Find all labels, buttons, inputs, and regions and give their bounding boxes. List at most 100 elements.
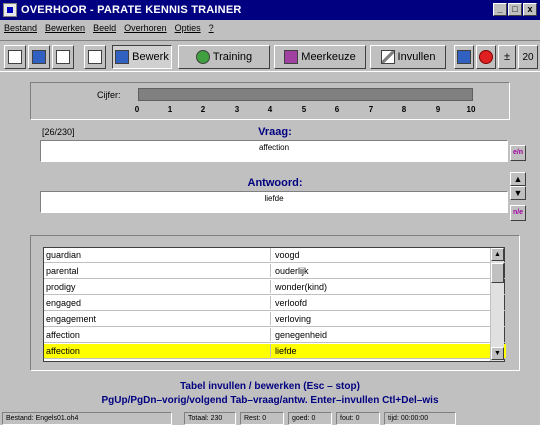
next-button[interactable]: ▼ <box>510 186 526 200</box>
help-line-2: PgUp/PgDn–vorig/volgend Tab–vraag/antw. … <box>101 395 439 406</box>
training-icon <box>195 50 210 64</box>
translation-cell[interactable]: voogd <box>275 250 300 260</box>
score-tick: 3 <box>234 105 240 114</box>
app-icon[interactable] <box>3 3 17 17</box>
meerkeuze-label: Meerkeuze <box>301 51 356 63</box>
language-icon: e/n <box>512 149 524 156</box>
question-label: Vraag: <box>258 126 292 138</box>
table-row[interactable]: engaged verloofd <box>44 296 506 311</box>
answer-label: Antwoord: <box>247 177 303 189</box>
status-time: tijd: 00:00:00 <box>384 412 456 425</box>
multiple-choice-icon <box>284 50 299 64</box>
vertical-scrollbar[interactable]: ▲ ▼ <box>490 248 504 361</box>
translation-cell[interactable]: liefde <box>275 346 297 356</box>
menu-opties[interactable]: Opties <box>175 23 201 33</box>
score-panel: Cijfer: 0 1 2 3 4 5 6 7 8 9 10 <box>30 82 510 120</box>
new-file-button[interactable] <box>4 45 26 69</box>
status-bar: Bestand: Engels01.oh4 Totaal: 230 Rest: … <box>0 412 540 425</box>
score-tick: 10 <box>466 105 476 114</box>
minimize-button[interactable]: _ <box>493 3 507 16</box>
word-list-rows: guardian voogd parental ouderlijk prodig… <box>44 248 506 361</box>
translation-cell[interactable]: verloving <box>275 314 311 324</box>
window-title: OVERHOOR - PARATE KENNIS TRAINER <box>21 4 242 16</box>
folder-icon <box>32 50 46 64</box>
menu-bestand[interactable]: Bestand <box>4 23 37 33</box>
score-tick: 4 <box>267 105 273 114</box>
menu-overhoren[interactable]: Overhoren <box>124 23 167 33</box>
term-cell[interactable]: parental <box>46 264 271 277</box>
score-tick: 5 <box>301 105 307 114</box>
status-wrong: fout: 0 <box>336 412 380 425</box>
meerkeuze-button[interactable]: Meerkeuze <box>274 45 366 69</box>
score-bar <box>138 88 473 101</box>
scroll-up-button[interactable]: ▲ <box>491 248 504 261</box>
edit-icon <box>115 50 130 64</box>
translation-cell[interactable]: ouderlijk <box>275 266 309 276</box>
plusminus-button[interactable]: ± <box>498 45 516 69</box>
help-line-1: Tabel invullen / bewerken (Esc – stop) <box>180 381 360 392</box>
word-list[interactable]: guardian voogd parental ouderlijk prodig… <box>43 247 506 362</box>
stop-button[interactable] <box>476 45 496 69</box>
answer-lang-button[interactable]: n/e <box>510 205 526 221</box>
window-controls: _ □ x <box>493 3 537 16</box>
status-good: goed: 0 <box>288 412 332 425</box>
translation-cell[interactable]: wonder(kind) <box>275 282 327 292</box>
term-cell[interactable]: prodigy <box>46 280 271 293</box>
table-row[interactable]: affection genegenheid <box>44 328 506 343</box>
term-cell[interactable]: guardian <box>46 248 271 261</box>
translation-cell[interactable]: verloofd <box>275 298 307 308</box>
status-total: Totaal: 230 <box>184 412 236 425</box>
qa-panel: [26/230] Vraag: affection e/n Antwoord: … <box>30 123 526 231</box>
stop-icon <box>479 50 493 64</box>
printer-icon <box>88 50 102 64</box>
status-file: Bestand: Engels01.oh4 <box>2 412 172 425</box>
menu-bewerken[interactable]: Bewerken <box>45 23 85 33</box>
table-row-selected[interactable]: affection liefde <box>44 344 506 359</box>
count-field[interactable]: 20 <box>518 45 538 69</box>
menu-help[interactable]: ? <box>209 23 214 33</box>
scroll-thumb[interactable] <box>491 263 504 283</box>
bewerk-label: Bewerk <box>132 51 169 63</box>
question-lang-button[interactable]: e/n <box>510 145 526 161</box>
print-button[interactable] <box>84 45 106 69</box>
menu-bar: Bestand Bewerken Beeld Overhoren Opties … <box>0 20 540 36</box>
disk-icon <box>56 50 70 64</box>
table-row[interactable]: prodigy wonder(kind) <box>44 280 506 295</box>
app-window: OVERHOOR - PARATE KENNIS TRAINER _ □ x B… <box>0 0 540 425</box>
score-tick: 8 <box>401 105 407 114</box>
score-tick: 2 <box>200 105 206 114</box>
term-cell[interactable]: affection <box>46 328 271 341</box>
bewerk-button[interactable]: Bewerk <box>112 45 172 69</box>
score-tick: 1 <box>167 105 173 114</box>
table-row[interactable]: parental ouderlijk <box>44 264 506 279</box>
previous-button[interactable]: ▲ <box>510 172 526 186</box>
language-icon: n/e <box>512 209 524 216</box>
menu-beeld[interactable]: Beeld <box>93 23 116 33</box>
swap-button[interactable] <box>454 45 474 69</box>
training-button[interactable]: Training <box>178 45 270 69</box>
scroll-down-button[interactable]: ▼ <box>491 347 504 360</box>
arrow-down-icon: ▼ <box>513 188 523 198</box>
translation-cell[interactable]: genegenheid <box>275 330 327 340</box>
question-field[interactable]: affection <box>40 140 508 162</box>
title-bar[interactable]: OVERHOOR - PARATE KENNIS TRAINER _ □ x <box>0 0 540 20</box>
score-tick: 9 <box>435 105 441 114</box>
score-label: Cijfer: <box>97 90 121 100</box>
table-row[interactable]: engagement verloving <box>44 312 506 327</box>
open-file-button[interactable] <box>28 45 50 69</box>
close-button[interactable]: x <box>523 3 537 16</box>
term-cell[interactable]: affection <box>46 344 271 357</box>
score-ticks: 0 1 2 3 4 5 6 7 8 9 10 <box>133 105 478 115</box>
pencil-icon <box>380 50 395 64</box>
answer-field[interactable]: liefde <box>40 191 508 213</box>
training-label: Training <box>212 51 253 63</box>
invullen-label: Invullen <box>397 51 436 63</box>
term-cell[interactable]: engaged <box>46 296 271 309</box>
maximize-button[interactable]: □ <box>508 3 522 16</box>
score-tick: 0 <box>134 105 140 114</box>
save-button[interactable] <box>52 45 74 69</box>
invullen-button[interactable]: Invullen <box>370 45 446 69</box>
toolbar: Bewerk Training Meerkeuze Invullen ± 20 <box>0 40 540 72</box>
term-cell[interactable]: engagement <box>46 312 271 325</box>
table-row[interactable]: guardian voogd <box>44 248 506 263</box>
